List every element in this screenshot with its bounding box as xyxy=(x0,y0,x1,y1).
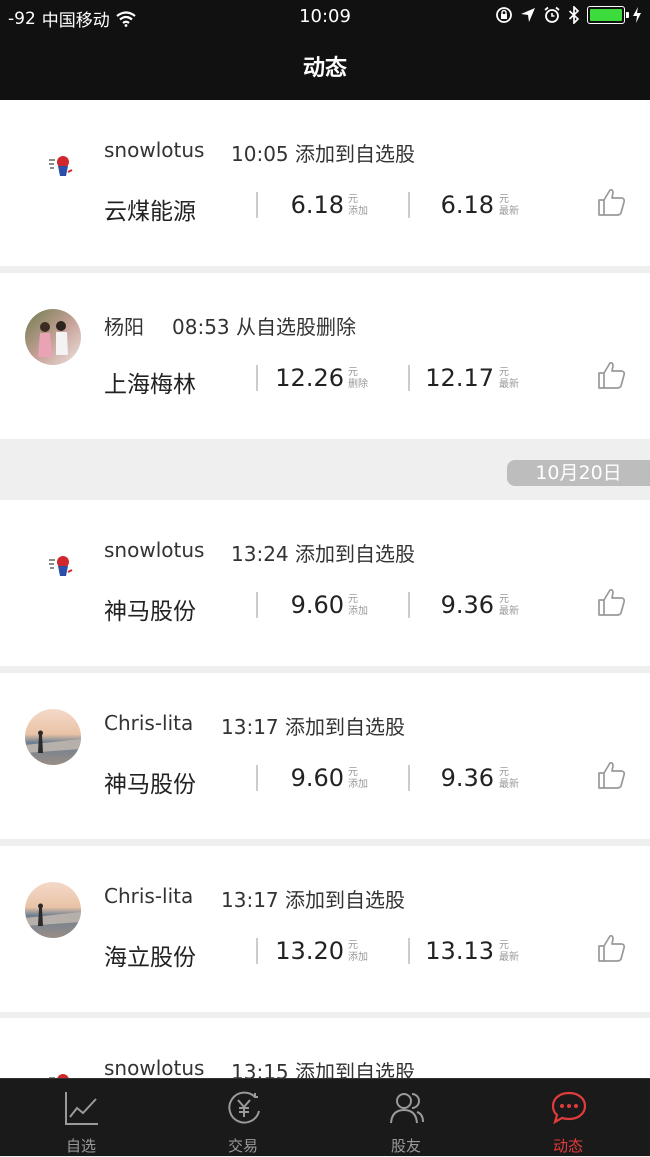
action-text: 从自选股删除 xyxy=(236,315,356,339)
username[interactable]: Chris-lita xyxy=(104,711,193,735)
sunset-photo-avatar[interactable] xyxy=(25,882,81,938)
feed-item[interactable]: Chris-lita 13:17 添加到自选股 海立股份 13.20 元添加 1… xyxy=(0,846,650,1012)
latest-price-unit: 元最新 xyxy=(499,367,519,390)
tab-friends[interactable]: 股友 xyxy=(325,1079,487,1157)
action-text: 添加到自选股 xyxy=(295,542,415,566)
action-description: 13:17 添加到自选股 xyxy=(221,884,405,913)
action-time: 13:15 xyxy=(231,1060,289,1078)
latest-price: 9.36 xyxy=(440,764,494,792)
charging-bolt-icon xyxy=(633,7,641,23)
tab-label: 股友 xyxy=(390,1137,421,1155)
latest-price: 9.36 xyxy=(440,591,494,619)
status-bar: -92 中国移动 10:09 xyxy=(0,0,650,34)
feed-item[interactable]: snowlotus 13:24 添加到自选股 神马股份 9.60 元添加 9.3… xyxy=(0,500,650,666)
page-title: 动态 xyxy=(302,56,347,81)
action-price-unit: 元添加 xyxy=(348,194,368,217)
tab-label: 自选 xyxy=(65,1137,96,1155)
spiderman-avatar[interactable] xyxy=(25,1054,81,1078)
thumbs-up-icon[interactable] xyxy=(596,186,628,218)
action-description: 13:15 添加到自选股 xyxy=(231,1056,415,1078)
action-price-unit: 元添加 xyxy=(348,767,368,790)
location-arrow-icon xyxy=(521,8,535,22)
feed-item[interactable]: snowlotus 10:05 添加到自选股 云煤能源 6.18 元添加 6.1… xyxy=(0,100,650,266)
yuan-coin-icon xyxy=(228,1091,260,1124)
bluetooth-icon xyxy=(568,6,580,24)
thumbs-up-icon[interactable] xyxy=(596,586,628,618)
stock-name[interactable]: 云煤能源 xyxy=(104,192,196,226)
latest-price-unit: 元最新 xyxy=(499,940,519,963)
friends-icon xyxy=(390,1093,424,1124)
action-time: 13:17 xyxy=(221,888,279,912)
stock-name[interactable]: 上海梅林 xyxy=(104,365,196,399)
chart-line-icon xyxy=(65,1092,98,1125)
header: -92 中国移动 10:09 动态 xyxy=(0,0,650,100)
action-price: 12.26 xyxy=(275,364,344,392)
date-badge: 10月20日 xyxy=(507,460,650,486)
action-time: 13:24 xyxy=(231,542,289,566)
chat-bubble-icon xyxy=(551,1091,587,1125)
username[interactable]: 杨阳 xyxy=(104,311,144,340)
sunset-photo-avatar[interactable] xyxy=(25,709,81,765)
feed-item[interactable]: 杨阳 08:53 从自选股删除 上海梅林 12.26 元删除 12.17 元最新 xyxy=(0,273,650,439)
rotation-lock-icon xyxy=(496,7,512,23)
tab-trade[interactable]: 交易 xyxy=(162,1079,324,1157)
tab-watchlist[interactable]: 自选 xyxy=(0,1079,162,1157)
feed-item[interactable]: Chris-lita 13:17 添加到自选股 神马股份 9.60 元添加 9.… xyxy=(0,673,650,839)
action-price-unit: 元删除 xyxy=(348,367,368,390)
stock-name[interactable]: 海立股份 xyxy=(104,938,196,972)
tab-bar: 自选 交易 股友 动态 xyxy=(0,1078,650,1156)
action-time: 10:05 xyxy=(231,142,289,166)
action-description: 10:05 添加到自选股 xyxy=(231,138,415,167)
action-text: 添加到自选股 xyxy=(295,1060,415,1078)
latest-price: 12.17 xyxy=(425,364,494,392)
tab-activity[interactable]: 动态 xyxy=(487,1079,649,1157)
action-price-unit: 元添加 xyxy=(348,594,368,617)
action-price: 13.20 xyxy=(275,937,344,965)
action-time: 13:17 xyxy=(221,715,279,739)
action-description: 08:53 从自选股删除 xyxy=(172,311,356,340)
feed-item[interactable]: snowlotus 13:15 添加到自选股 xyxy=(0,1018,650,1078)
spiderman-avatar[interactable] xyxy=(25,536,81,592)
username[interactable]: Chris-lita xyxy=(104,884,193,908)
stock-name[interactable]: 神马股份 xyxy=(104,765,196,799)
action-text: 添加到自选股 xyxy=(295,142,415,166)
tab-label: 交易 xyxy=(227,1137,258,1155)
latest-price: 13.13 xyxy=(425,937,494,965)
tab-label: 动态 xyxy=(552,1137,583,1155)
latest-price-unit: 元最新 xyxy=(499,194,519,217)
action-price: 9.60 xyxy=(290,591,344,619)
thumbs-up-icon[interactable] xyxy=(596,759,628,791)
action-description: 13:17 添加到自选股 xyxy=(221,711,405,740)
thumbs-up-icon[interactable] xyxy=(596,932,628,964)
action-price: 6.18 xyxy=(290,191,344,219)
action-time: 08:53 xyxy=(172,315,230,339)
thumbs-up-icon[interactable] xyxy=(596,359,628,391)
battery-icon xyxy=(587,6,629,24)
action-price-unit: 元添加 xyxy=(348,940,368,963)
spiderman-avatar[interactable] xyxy=(25,136,81,192)
latest-price-unit: 元最新 xyxy=(499,767,519,790)
alarm-clock-icon xyxy=(544,6,560,23)
action-description: 13:24 添加到自选股 xyxy=(231,538,415,567)
date-divider: 10月20日 xyxy=(0,440,650,500)
latest-price: 6.18 xyxy=(440,191,494,219)
username[interactable]: snowlotus xyxy=(104,1056,204,1078)
couple-photo-avatar[interactable] xyxy=(25,309,81,365)
action-price: 9.60 xyxy=(290,764,344,792)
activity-feed[interactable]: snowlotus 10:05 添加到自选股 云煤能源 6.18 元添加 6.1… xyxy=(0,100,650,1078)
stock-name[interactable]: 神马股份 xyxy=(104,592,196,626)
username[interactable]: snowlotus xyxy=(104,538,204,562)
latest-price-unit: 元最新 xyxy=(499,594,519,617)
action-text: 添加到自选股 xyxy=(285,888,405,912)
action-text: 添加到自选股 xyxy=(285,715,405,739)
username[interactable]: snowlotus xyxy=(104,138,204,162)
